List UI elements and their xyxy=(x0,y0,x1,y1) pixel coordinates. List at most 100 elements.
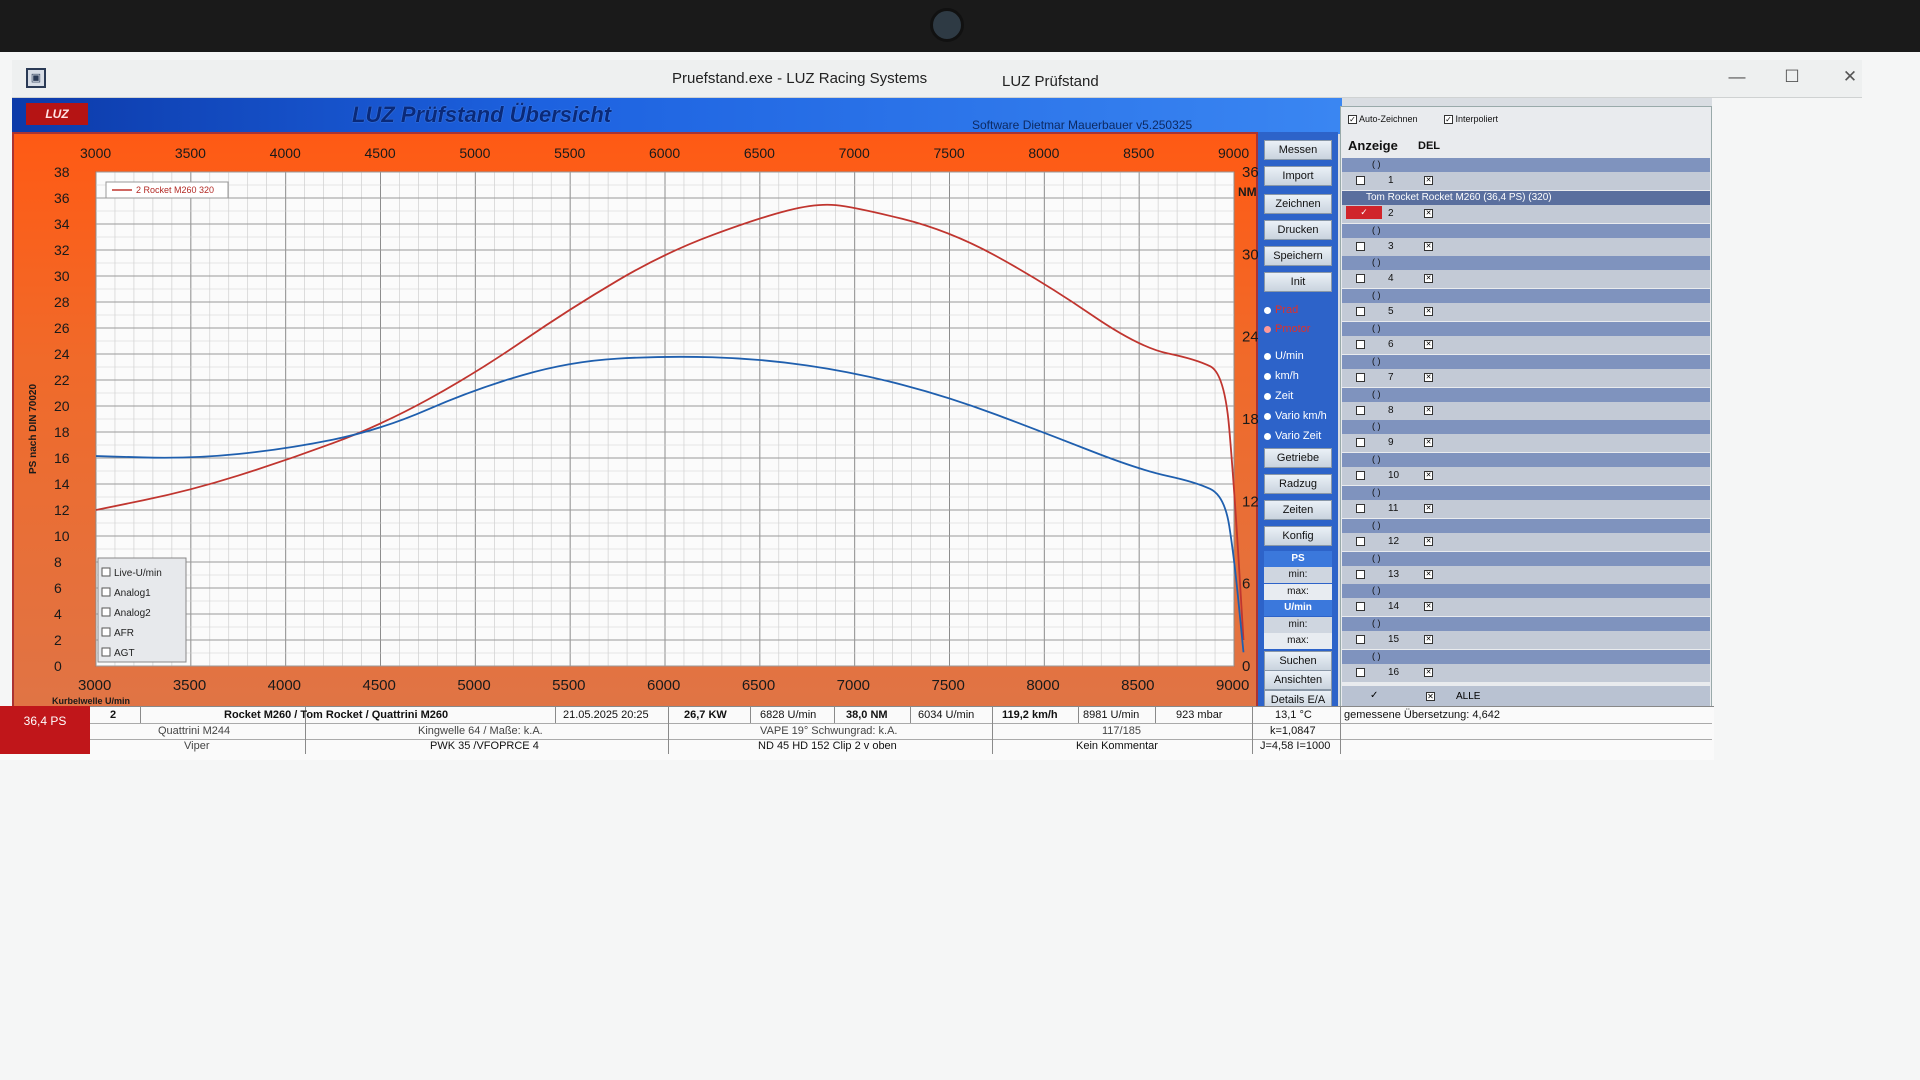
drucken-button[interactable]: Drucken xyxy=(1264,220,1332,240)
run-slot[interactable]: ( ) 11 ✕ xyxy=(1342,486,1710,518)
y-tick-label-left: 22 xyxy=(54,372,70,388)
slot-delete-icon[interactable]: ✕ xyxy=(1424,176,1433,185)
slot-delete-icon[interactable]: ✕ xyxy=(1424,536,1433,546)
run-slot[interactable]: ( ) 5 ✕ xyxy=(1342,289,1710,322)
run-slot[interactable]: ( ) 6 ✕ xyxy=(1342,322,1710,354)
alle-show-check[interactable]: ✓ xyxy=(1370,690,1378,701)
suchen-button[interactable]: Suchen xyxy=(1264,651,1332,671)
run-slot[interactable]: ( ) 4 ✕ xyxy=(1342,256,1710,289)
zeichnen-button[interactable]: Zeichnen xyxy=(1264,194,1332,214)
channel-checkbox[interactable] xyxy=(101,567,111,577)
slot-delete-icon[interactable]: ✕ xyxy=(1424,307,1433,317)
close-button[interactable]: ✕ xyxy=(1830,66,1870,90)
umin-min-field[interactable]: min: xyxy=(1264,617,1332,633)
run-slot[interactable]: ( ) 8 ✕ xyxy=(1342,387,1710,420)
run-slot[interactable]: ( ) 3 ✕ xyxy=(1342,223,1710,256)
slot-delete-icon[interactable]: ✕ xyxy=(1424,668,1433,677)
radio-prad[interactable]: Prad xyxy=(1264,301,1344,319)
minimize-button[interactable]: — xyxy=(1717,66,1757,90)
getriebe-button[interactable]: Getriebe xyxy=(1264,448,1332,468)
slot-header xyxy=(1342,354,1710,369)
alle-label[interactable]: ALLE xyxy=(1456,691,1480,702)
run-slot[interactable]: ( ) 9 ✕ xyxy=(1342,420,1710,453)
slot-delete-icon[interactable]: ✕ xyxy=(1424,274,1433,284)
run-slot[interactable]: ( ) 12 ✕ xyxy=(1342,518,1710,551)
zeiten-button[interactable]: Zeiten xyxy=(1264,500,1332,520)
slot-delete-icon[interactable]: ✕ xyxy=(1424,504,1433,513)
slot-delete-icon[interactable]: ✕ xyxy=(1424,569,1433,579)
y-tick-label-left: 18 xyxy=(54,424,70,440)
konfig-button[interactable]: Konfig xyxy=(1264,526,1332,546)
y-tick-label-left: 10 xyxy=(54,528,70,544)
monitor-bezel xyxy=(0,0,1920,52)
slot-header xyxy=(1342,256,1710,271)
run-slot[interactable]: ( ) 13 ✕ xyxy=(1342,551,1710,584)
channel-checkbox[interactable] xyxy=(101,627,111,637)
radio-vario-zeit[interactable]: Vario Zeit xyxy=(1264,427,1344,445)
slot-show-checkbox[interactable] xyxy=(1356,635,1365,645)
y-tick-label-left: 2 xyxy=(54,632,62,648)
run-slot[interactable]: ( ) 14 ✕ xyxy=(1342,584,1710,617)
radio-pmotor[interactable]: Pmotor xyxy=(1264,320,1344,338)
slot-show-checkbox[interactable] xyxy=(1356,569,1365,579)
alle-delete-icon[interactable]: ✕ xyxy=(1426,692,1435,701)
radio-kmh[interactable]: km/h xyxy=(1264,367,1344,385)
measured-ratio: gemessene Übersetzung: 4,642 xyxy=(1344,709,1500,721)
slot-delete-icon[interactable]: ✕ xyxy=(1424,438,1433,448)
info-row2-c: VAPE 19° Schwungrad: k.A. xyxy=(760,725,898,737)
messen-button[interactable]: Messen xyxy=(1264,140,1332,160)
slot-show-checkbox[interactable] xyxy=(1356,274,1365,284)
maximize-button[interactable]: ☐ xyxy=(1772,66,1812,90)
run-slot[interactable]: Tom Rocket Rocket M260 (36,4 PS) (320) ✓ 2… xyxy=(1342,190,1710,223)
slot-row xyxy=(1342,270,1710,289)
interpoliert-checkbox[interactable]: ✓ Interpoliert xyxy=(1444,114,1498,125)
slot-show-checkbox[interactable] xyxy=(1356,438,1365,448)
slot-header xyxy=(1342,387,1710,402)
slot-delete-icon[interactable]: ✕ xyxy=(1424,340,1433,349)
run-slot[interactable]: ( ) 16 ✕ xyxy=(1342,650,1710,682)
slot-show-checkbox[interactable] xyxy=(1356,176,1365,185)
ps-min-field[interactable]: min: xyxy=(1264,567,1332,583)
radzug-button[interactable]: Radzug xyxy=(1264,474,1332,494)
slot-delete-icon[interactable]: ✕ xyxy=(1424,372,1433,382)
channel-checkbox[interactable] xyxy=(101,587,111,597)
run-slot[interactable]: ( ) 7 ✕ xyxy=(1342,354,1710,387)
slot-show-checkbox[interactable] xyxy=(1356,471,1365,481)
radio-vario-zeit-label: Vario Zeit xyxy=(1275,430,1322,442)
radio-zeit[interactable]: Zeit xyxy=(1264,387,1344,405)
radio-umin[interactable]: U/min xyxy=(1264,347,1344,365)
run-slot[interactable]: ( ) 15 ✕ xyxy=(1342,617,1710,650)
ps-max-field[interactable]: max: xyxy=(1264,584,1332,600)
slot-delete-icon[interactable]: ✕ xyxy=(1424,405,1433,415)
ansichten-button[interactable]: Ansichten xyxy=(1264,670,1332,690)
slot-show-checkbox[interactable] xyxy=(1356,668,1365,677)
slot-show-checkbox[interactable] xyxy=(1356,340,1365,349)
air-pressure: 923 mbar xyxy=(1176,709,1223,721)
run-slot[interactable]: ( ) 1 ✕ xyxy=(1342,158,1710,190)
run-slot[interactable]: ( ) 10 ✕ xyxy=(1342,453,1710,486)
init-button[interactable]: Init xyxy=(1264,272,1332,292)
auto-zeichnen-checkbox[interactable]: ✓ Auto-Zeichnen xyxy=(1348,114,1418,125)
slot-show-checkbox[interactable] xyxy=(1356,504,1365,513)
umin-max-field[interactable]: max: xyxy=(1264,633,1332,649)
radio-vario-kmh[interactable]: Vario km/h xyxy=(1264,407,1344,425)
slot-show-checkbox[interactable] xyxy=(1356,307,1365,317)
slot-show-checkbox[interactable] xyxy=(1356,405,1365,415)
slot-show-checkbox[interactable] xyxy=(1356,602,1365,612)
speichern-button[interactable]: Speichern xyxy=(1264,246,1332,266)
slot-show-checkbox[interactable] xyxy=(1356,372,1365,382)
channel-checkbox[interactable] xyxy=(101,607,111,617)
slot-show-checkbox-checked[interactable]: ✓ xyxy=(1346,205,1382,219)
slot-show-checkbox[interactable] xyxy=(1356,536,1365,546)
slot-delete-icon[interactable]: ✕ xyxy=(1424,241,1433,251)
slot-delete-icon[interactable]: ✕ xyxy=(1424,471,1433,481)
slot-show-checkbox[interactable] xyxy=(1356,241,1365,251)
slot-delete-icon[interactable]: ✕ xyxy=(1424,602,1433,612)
x-tick-label-bottom: 5000 xyxy=(457,677,490,694)
max-ps-value: 36,4 PS xyxy=(23,714,67,728)
channel-checkbox[interactable] xyxy=(101,647,111,657)
y-tick-label-left: 8 xyxy=(54,554,62,570)
import-button[interactable]: Import xyxy=(1264,166,1332,186)
slot-delete-icon[interactable]: ✕ xyxy=(1424,208,1433,218)
slot-delete-icon[interactable]: ✕ xyxy=(1424,635,1433,645)
